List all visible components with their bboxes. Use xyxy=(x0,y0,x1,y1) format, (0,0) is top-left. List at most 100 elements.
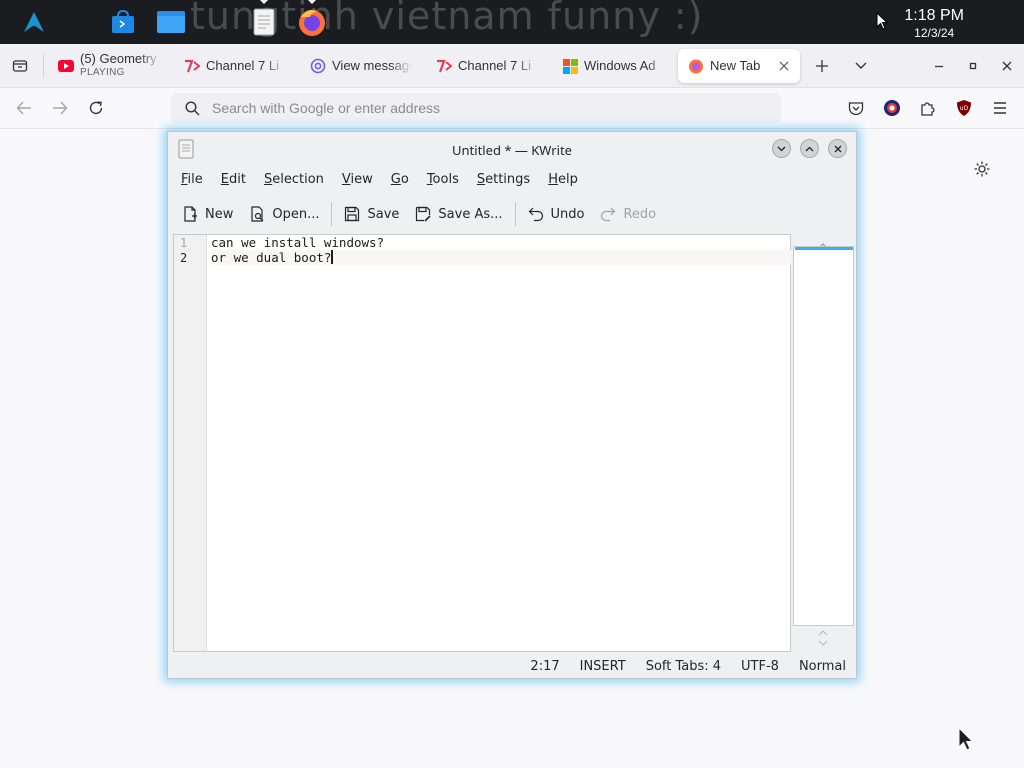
encoding-setting[interactable]: UTF-8 xyxy=(731,659,789,674)
open-button[interactable]: Open... xyxy=(241,202,327,226)
close-icon xyxy=(1002,61,1012,71)
scroll-down-arrow-icon[interactable] xyxy=(818,630,828,650)
mail-at-icon xyxy=(310,58,326,74)
tab-windows[interactable]: Windows Ad xyxy=(552,49,668,83)
text-cursor xyxy=(331,250,334,264)
menu-view[interactable]: View xyxy=(333,168,382,192)
menu-bar: File Edit Selection View Go Tools Settin… xyxy=(172,168,587,192)
menu-selection[interactable]: Selection xyxy=(255,168,333,192)
minimize-button[interactable] xyxy=(928,54,950,78)
customize-new-tab-button[interactable] xyxy=(973,160,991,182)
save-as-button[interactable]: Save As... xyxy=(407,202,510,226)
pocket-button[interactable] xyxy=(844,96,868,120)
menu-edit[interactable]: Edit xyxy=(212,168,255,192)
minimize-icon xyxy=(935,65,943,68)
input-mode[interactable]: Normal xyxy=(789,659,856,674)
minimize-button[interactable] xyxy=(772,139,791,158)
status-bar: 2:17 INSERT Soft Tabs: 4 UTF-8 Normal xyxy=(168,654,856,678)
text-editor-area[interactable]: 1 can we install windows? 2 or we dual b… xyxy=(173,234,791,652)
chevron-up-icon xyxy=(805,146,814,151)
minimap-scrollbar[interactable] xyxy=(793,234,854,652)
app-menu-button[interactable] xyxy=(988,96,1012,120)
undo-label: Undo xyxy=(550,206,585,222)
windows-logo-icon xyxy=(562,58,578,74)
tab-channel7[interactable]: Channel 7 Li xyxy=(174,49,286,83)
chevron-down-icon xyxy=(855,62,867,69)
account-button[interactable] xyxy=(880,96,904,120)
save-icon xyxy=(345,206,360,222)
app-launcher-button[interactable] xyxy=(18,6,50,38)
redo-icon xyxy=(601,207,616,222)
save-label: Save xyxy=(367,206,400,222)
firefox-icon xyxy=(688,58,704,74)
text-line: can we install windows? xyxy=(211,235,385,250)
tab-title: Windows Ad xyxy=(584,59,656,73)
save-button[interactable]: Save xyxy=(336,202,407,226)
new-document-icon xyxy=(184,206,197,222)
arch-linux-logo-icon xyxy=(24,12,44,32)
menu-help[interactable]: Help xyxy=(539,168,587,192)
minimap-viewport-indicator[interactable] xyxy=(795,247,853,250)
menu-file[interactable]: File xyxy=(172,168,212,192)
mouse-pointer-icon xyxy=(876,11,889,34)
file-manager-button[interactable] xyxy=(155,6,187,38)
reload-icon xyxy=(89,101,103,115)
clock-date: 12/3/24 xyxy=(914,26,955,40)
redo-button[interactable]: Redo xyxy=(592,202,664,226)
chevron-down-icon xyxy=(777,146,786,151)
ublock-shield-icon: uO xyxy=(957,100,971,116)
firefox-view-icon xyxy=(12,60,28,72)
close-button[interactable] xyxy=(828,139,847,158)
line-text: or we dual boot? xyxy=(211,250,332,265)
forward-button[interactable] xyxy=(48,96,72,120)
new-button[interactable]: New xyxy=(174,202,241,226)
kwrite-taskbar-button[interactable] xyxy=(248,0,280,38)
menu-settings[interactable]: Settings xyxy=(468,168,539,192)
new-tab-button[interactable] xyxy=(810,54,834,78)
hamburger-menu-icon xyxy=(994,102,1006,114)
maximize-button[interactable] xyxy=(962,54,984,78)
main-toolbar: New Open... Save Save As... Undo Redo xyxy=(174,197,664,231)
cursor-position[interactable]: 2:17 xyxy=(520,659,569,674)
line-number: 2 xyxy=(180,251,188,265)
window-title: Untitled * — KWrite xyxy=(451,141,573,159)
extensions-button[interactable] xyxy=(916,96,940,120)
search-input[interactable] xyxy=(212,100,752,116)
search-icon xyxy=(185,100,200,116)
system-clock[interactable]: 1:18 PM 12/3/24 xyxy=(904,7,964,40)
undo-button[interactable]: Undo xyxy=(520,202,593,226)
taskbar: tungtinh vietnam funny :) 1:18 PM 12/3/2… xyxy=(0,0,1024,44)
software-store-button[interactable] xyxy=(107,6,139,38)
reload-button[interactable] xyxy=(84,96,108,120)
tab-channel7-2[interactable]: Channel 7 Li xyxy=(426,49,538,83)
undo-icon xyxy=(528,207,543,222)
indentation-setting[interactable]: Soft Tabs: 4 xyxy=(636,659,731,674)
back-button[interactable] xyxy=(12,96,36,120)
puzzle-piece-icon xyxy=(921,102,935,116)
account-avatar-icon xyxy=(884,100,900,116)
window-titlebar[interactable]: Untitled * — KWrite xyxy=(168,132,856,165)
current-text-line: or we dual boot? xyxy=(211,250,791,265)
close-window-button[interactable] xyxy=(996,54,1018,78)
tab-separator xyxy=(43,54,44,78)
address-bar[interactable] xyxy=(171,93,781,123)
menu-tools[interactable]: Tools xyxy=(418,168,468,192)
tab-view-message[interactable]: View message xyxy=(300,49,412,83)
close-icon xyxy=(834,145,841,152)
maximize-button[interactable] xyxy=(800,139,819,158)
new-label: New xyxy=(205,206,234,222)
firefox-taskbar-button[interactable] xyxy=(296,0,328,38)
tab-youtube[interactable]: (5) Geometry PLAYING xyxy=(48,49,162,83)
tab-close-button[interactable] xyxy=(776,58,792,74)
software-store-icon xyxy=(112,9,134,33)
list-all-tabs-button[interactable] xyxy=(849,54,873,78)
edit-mode[interactable]: INSERT xyxy=(570,659,636,674)
gear-icon xyxy=(974,161,990,177)
toolbar-separator xyxy=(331,202,333,226)
menu-go[interactable]: Go xyxy=(382,168,418,192)
ublock-origin-button[interactable]: uO xyxy=(952,96,976,120)
tab-new-tab[interactable]: New Tab xyxy=(678,49,800,83)
firefox-view-button[interactable] xyxy=(8,54,32,78)
save-as-label: Save As... xyxy=(438,206,503,222)
pocket-icon xyxy=(848,101,864,115)
